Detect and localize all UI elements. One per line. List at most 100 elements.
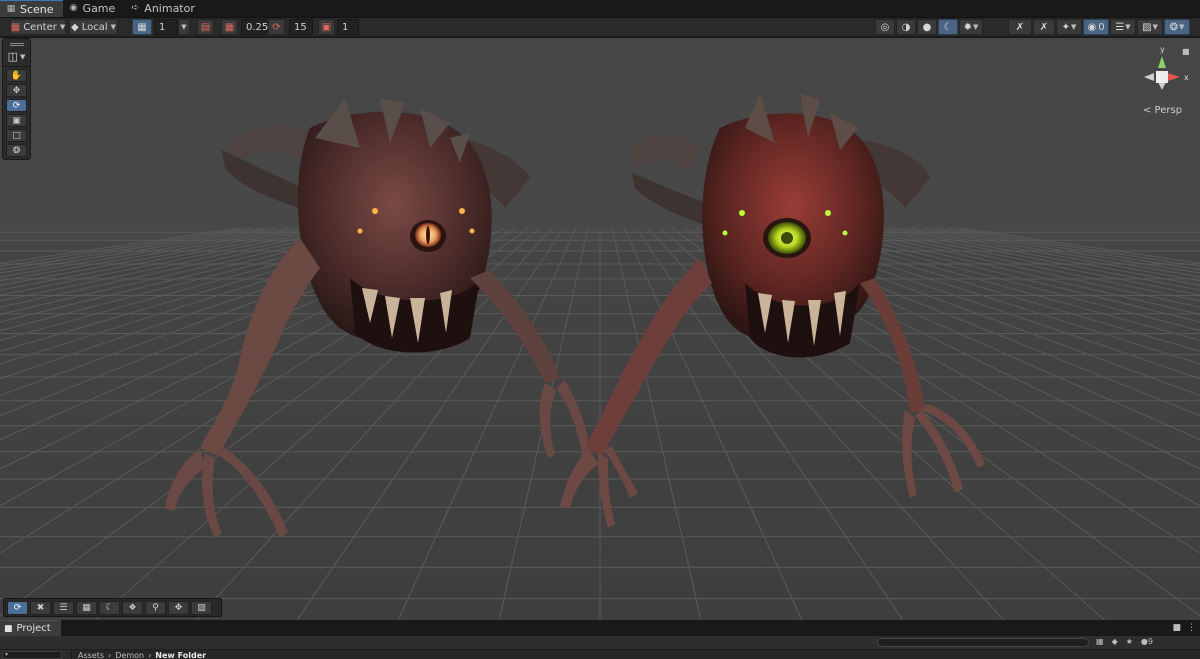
rotate-icon: ⟳ xyxy=(12,100,21,111)
demon-model-left[interactable] xyxy=(165,98,590,538)
breadcrumb-demon[interactable]: Demon xyxy=(115,651,144,659)
gizmo-neg-x-axis-cone[interactable] xyxy=(1144,73,1154,81)
scene-viewport[interactable] xyxy=(0,38,1200,620)
overlay-move-button[interactable]: ✥ xyxy=(168,600,189,615)
gizmos-dropdown[interactable]: ❂ ▼ xyxy=(1164,19,1190,35)
rect-tool-button[interactable]: □ xyxy=(6,129,27,142)
layers-dropdown[interactable]: ☰ ▼ xyxy=(1110,19,1136,35)
scene-visibility-button[interactable]: ◉ 0 xyxy=(1083,19,1109,35)
transform-tool-button[interactable]: ❂ xyxy=(6,144,27,157)
breadcrumb: Assets › Demon › New Folder xyxy=(78,651,206,659)
chevron-down-icon: ▼ xyxy=(973,23,979,31)
snap-to-grid-button[interactable]: ▤ xyxy=(197,19,214,35)
more-options-icon[interactable]: ⋮ xyxy=(1187,623,1196,633)
projection-toggle[interactable]: < Persp xyxy=(1143,105,1182,116)
2d-toggle-button[interactable]: ✗ xyxy=(1008,19,1032,35)
cross-arrows-icon: ✖ xyxy=(36,602,45,613)
asset-count-value: 9 xyxy=(1147,637,1153,646)
shaded-button[interactable]: ● xyxy=(917,19,937,35)
move-snap-field[interactable]: 0.25 xyxy=(241,19,268,35)
view-tool-button[interactable]: ✋ xyxy=(6,69,27,82)
overlay-scale-button[interactable]: ✖ xyxy=(30,600,51,615)
snap-grid-icon: ▤ xyxy=(200,21,211,33)
project-panel-controls: ■ ⋮ xyxy=(1172,620,1196,636)
rotate-snap-button[interactable]: ⟳ xyxy=(268,19,285,35)
project-filter-buttons: ▦ ◆ ★ ●9 xyxy=(1096,637,1153,646)
overlay-search-button[interactable]: ⚲ xyxy=(145,600,166,615)
rotate-tool-button[interactable]: ⟳ xyxy=(6,99,27,112)
audio-toggle-button[interactable]: ✗ xyxy=(1033,19,1055,35)
rotate-snap-field[interactable]: 15 xyxy=(289,19,313,35)
tab-game[interactable]: ◉ Game xyxy=(63,0,125,17)
grid-toggle-button[interactable]: ▦ xyxy=(132,19,152,35)
filter-type-icon[interactable]: ▦ xyxy=(1096,637,1104,646)
tab-scene[interactable]: ▦ Scene xyxy=(0,0,63,17)
overlay-lighting-button[interactable]: ☾ xyxy=(99,600,120,615)
shaded-sphere-icon: ● xyxy=(922,21,932,33)
gizmo-x-axis-cone[interactable] xyxy=(1168,73,1180,81)
snap-icon: ▦ xyxy=(82,602,91,613)
project-search-input[interactable] xyxy=(877,638,1089,647)
chevron-down-icon: ▼ xyxy=(20,52,26,61)
tab-project[interactable]: ■ Project xyxy=(0,620,61,636)
layers-icon: ☰ xyxy=(1115,21,1125,33)
demon-model-right[interactable] xyxy=(560,93,985,528)
tab-animator[interactable]: ➪ Animator xyxy=(124,0,204,17)
overlay-fx-button[interactable]: ❖ xyxy=(122,600,143,615)
eye-icon: ◉ xyxy=(1087,21,1097,33)
scene-canvas[interactable] xyxy=(0,38,1200,620)
lock-icon[interactable]: ■ xyxy=(1172,623,1181,633)
rotate-snap-icon: ⟳ xyxy=(272,21,281,33)
breadcrumb-new-folder[interactable]: New Folder xyxy=(155,651,206,659)
project-tab-bar: ■ Project xyxy=(0,620,1200,636)
grid-line xyxy=(827,227,1200,315)
tool-context-dropdown[interactable]: ◫ ▼ xyxy=(3,47,30,67)
folder-tree-header[interactable]: ▾ xyxy=(2,651,62,659)
camera-icon: ▨ xyxy=(197,602,206,613)
scale-snap-icon: ▣ xyxy=(321,21,332,33)
move-tool-button[interactable]: ✥ xyxy=(6,84,27,97)
wireframe-sphere-icon: ◑ xyxy=(901,21,911,33)
scale-icon: ▣ xyxy=(12,115,21,126)
fx-icon: ❖ xyxy=(128,602,137,613)
shaded-wireframe-button[interactable]: ☾ xyxy=(938,19,958,35)
scale-snap-field[interactable]: 1 xyxy=(337,19,359,35)
drag-handle[interactable] xyxy=(3,39,30,47)
move-snap-button[interactable]: ▦ xyxy=(221,19,238,35)
chevron-down-icon: ▼ xyxy=(59,23,66,31)
pivot-mode-dropdown[interactable]: ▦ Center ▼ xyxy=(10,19,66,35)
scale-tool-button[interactable]: ▣ xyxy=(6,114,27,127)
scene-icon: ▦ xyxy=(6,4,16,14)
grid-line xyxy=(947,227,1200,267)
grid-size-field[interactable]: 1 xyxy=(154,19,178,35)
wireframe-button[interactable]: ◑ xyxy=(896,19,916,35)
overlay-align-button[interactable]: ☰ xyxy=(53,600,74,615)
breadcrumb-assets[interactable]: Assets xyxy=(78,651,104,659)
tools-overlay: ◫ ▼ ✋ ✥ ⟳ ▣ □ ❂ xyxy=(2,38,31,160)
breadcrumb-separator: › xyxy=(148,651,152,659)
gizmo-neg-y-axis-cone[interactable] xyxy=(1158,82,1166,90)
draw-mode-button[interactable]: ◎ xyxy=(875,19,895,35)
cube-icon: ◫ xyxy=(7,50,18,63)
gizmo-y-axis-cone[interactable] xyxy=(1158,56,1166,68)
no-2d-icon: ✗ xyxy=(1015,21,1025,33)
favorite-icon[interactable]: ★ xyxy=(1126,637,1133,646)
grid-line xyxy=(887,227,1200,286)
lock-icon[interactable]: ■ xyxy=(1182,47,1190,56)
overlay-toolbar: ⟳ ✖ ☰ ▦ ☾ ❖ ⚲ ✥ ▨ xyxy=(3,598,222,617)
chevron-down-icon: ▼ xyxy=(1071,23,1077,31)
space-mode-dropdown[interactable]: ◆ Local ▼ xyxy=(69,19,118,35)
overlay-camera-button[interactable]: ▨ xyxy=(191,600,212,615)
camera-dropdown[interactable]: ▨ ▼ xyxy=(1137,19,1163,35)
grid-options-dropdown[interactable]: ▼ xyxy=(178,19,190,35)
align-icon: ☰ xyxy=(59,602,68,613)
effects-dropdown[interactable]: ✦ ▼ xyxy=(1056,19,1082,35)
overlay-rotate-button[interactable]: ⟳ xyxy=(7,600,28,615)
gizmo-y-label: y xyxy=(1160,45,1165,54)
overlay-snap-button[interactable]: ▦ xyxy=(76,600,97,615)
gizmo-center-cube[interactable] xyxy=(1156,71,1168,83)
grid-line xyxy=(498,227,589,620)
debug-draw-dropdown[interactable]: ✹ ▼ xyxy=(959,19,983,35)
filter-label-icon[interactable]: ◆ xyxy=(1112,637,1118,646)
scale-snap-button[interactable]: ▣ xyxy=(318,19,335,35)
